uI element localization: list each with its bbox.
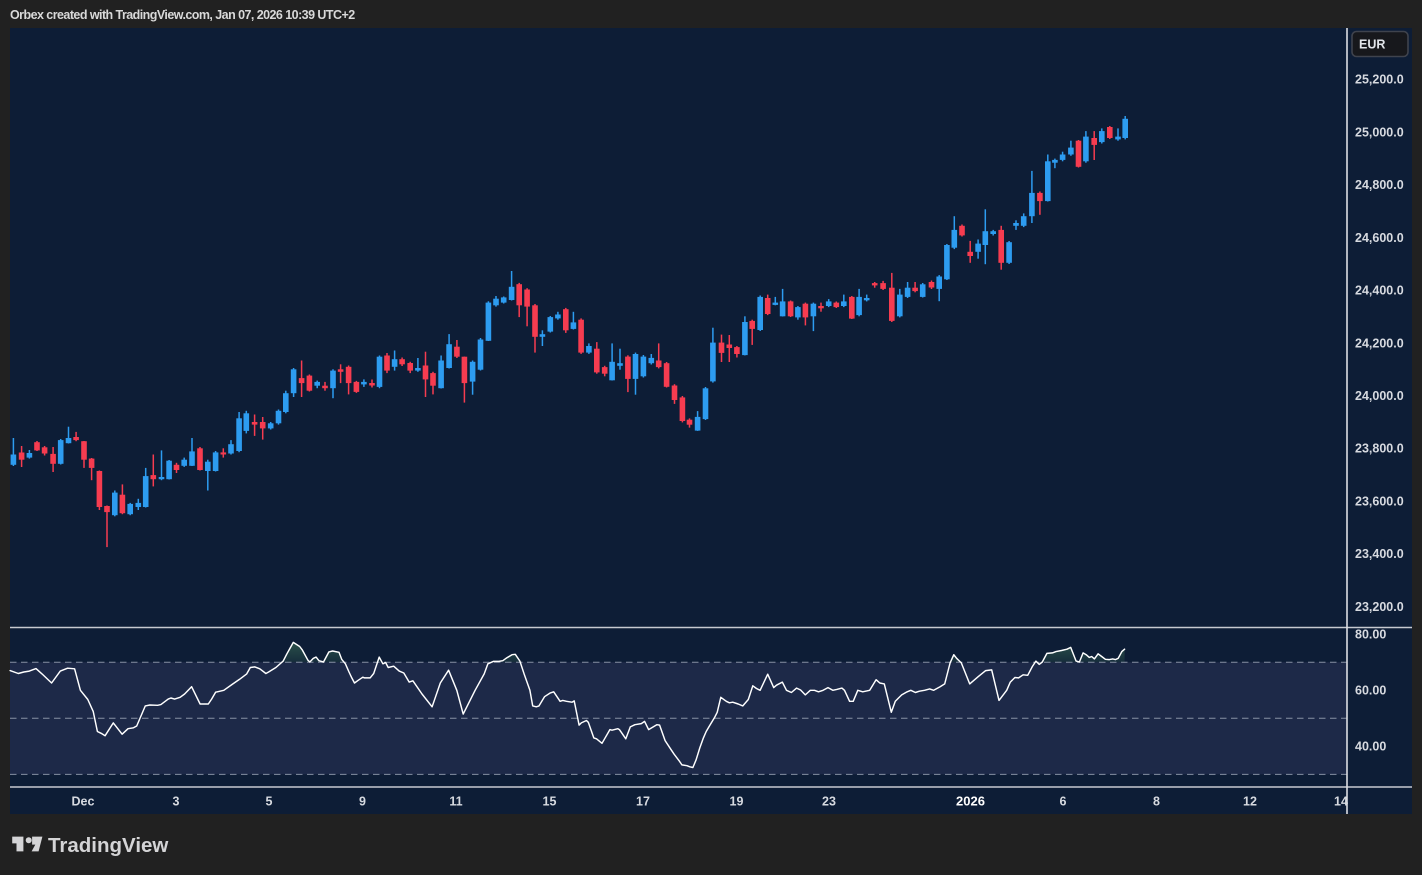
svg-text:23,200.0: 23,200.0 bbox=[1355, 600, 1404, 614]
svg-text:60.00: 60.00 bbox=[1355, 684, 1386, 698]
svg-text:3: 3 bbox=[173, 795, 180, 809]
svg-text:80.00: 80.00 bbox=[1355, 628, 1386, 642]
svg-text:19: 19 bbox=[730, 795, 744, 809]
svg-text:EUR: EUR bbox=[1359, 38, 1385, 52]
svg-text:2026: 2026 bbox=[956, 794, 985, 809]
svg-text:8: 8 bbox=[1153, 795, 1160, 809]
svg-text:23,800.0: 23,800.0 bbox=[1355, 442, 1404, 456]
svg-text:Orbex created with TradingView: Orbex created with TradingView.com, Jan … bbox=[10, 8, 355, 22]
svg-text:14: 14 bbox=[1334, 795, 1348, 809]
svg-text:TradingView: TradingView bbox=[48, 834, 168, 857]
svg-text:24,400.0: 24,400.0 bbox=[1355, 284, 1404, 298]
svg-text:11: 11 bbox=[449, 795, 462, 809]
svg-text:24,600.0: 24,600.0 bbox=[1355, 231, 1404, 245]
svg-text:23: 23 bbox=[822, 795, 836, 809]
svg-text:6: 6 bbox=[1060, 795, 1067, 809]
svg-text:Dec: Dec bbox=[72, 795, 95, 809]
svg-text:17: 17 bbox=[636, 795, 650, 809]
svg-text:12: 12 bbox=[1243, 795, 1257, 809]
svg-text:24,000.0: 24,000.0 bbox=[1355, 389, 1404, 403]
svg-text:24,200.0: 24,200.0 bbox=[1355, 336, 1404, 350]
svg-text:5: 5 bbox=[266, 795, 273, 809]
svg-text:25,000.0: 25,000.0 bbox=[1355, 125, 1404, 139]
svg-text:23,600.0: 23,600.0 bbox=[1355, 494, 1404, 508]
svg-text:25,200.0: 25,200.0 bbox=[1355, 73, 1404, 87]
svg-text:9: 9 bbox=[359, 795, 366, 809]
svg-text:40.00: 40.00 bbox=[1355, 740, 1386, 754]
svg-text:24,800.0: 24,800.0 bbox=[1355, 178, 1404, 192]
svg-text:15: 15 bbox=[543, 795, 557, 809]
svg-text:23,400.0: 23,400.0 bbox=[1355, 547, 1404, 561]
